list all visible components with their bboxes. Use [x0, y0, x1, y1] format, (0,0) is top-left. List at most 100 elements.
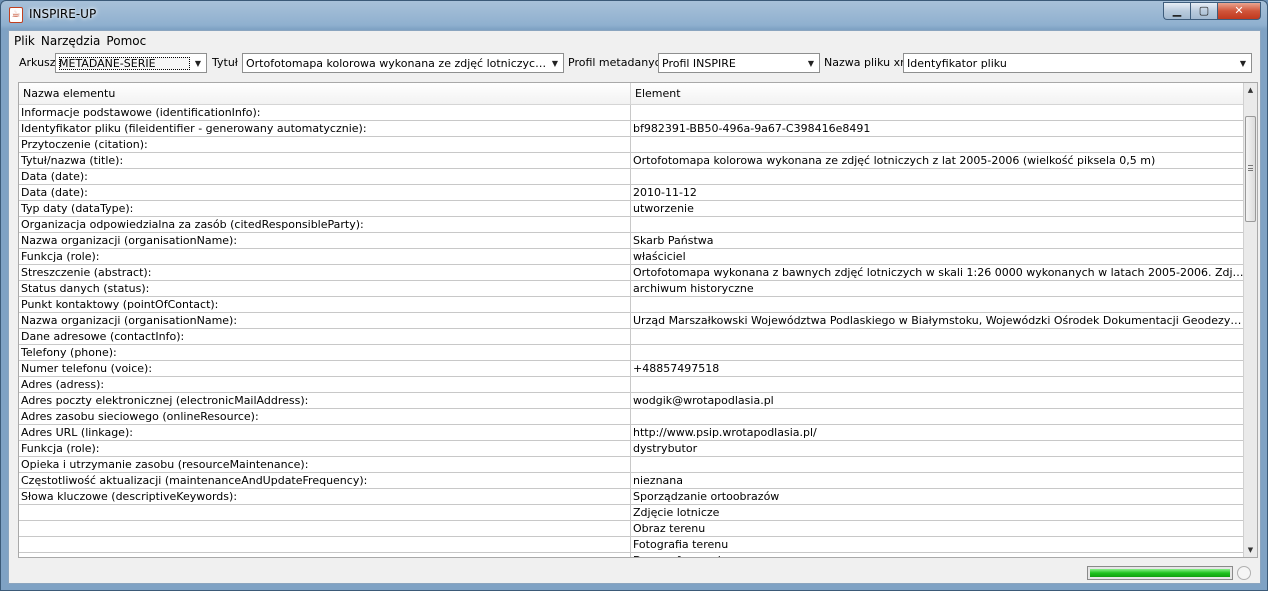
- table-row[interactable]: Organizacja odpowiedzialna za zasób (cit…: [19, 217, 1245, 233]
- cell-nazwa-elementu[interactable]: Nazwa organizacji (organisationName):: [19, 233, 631, 248]
- vertical-scrollbar[interactable]: ▲ ▼: [1243, 83, 1257, 557]
- table-row[interactable]: Identyfikator pliku (fileidentifier - ge…: [19, 121, 1245, 137]
- table-row[interactable]: Funkcja (role): dystrybutor: [19, 441, 1245, 457]
- cell-element[interactable]: [631, 345, 1245, 360]
- table-row[interactable]: Obraz terenu: [19, 521, 1245, 537]
- cell-nazwa-elementu[interactable]: Słowa kluczowe (descriptiveKeywords):: [19, 489, 631, 504]
- cell-nazwa-elementu[interactable]: Nazwa organizacji (organisationName):: [19, 313, 631, 328]
- table-row[interactable]: Numer telefonu (voice): +48857497518: [19, 361, 1245, 377]
- cell-nazwa-elementu[interactable]: Adres poczty elektronicznej (electronicM…: [19, 393, 631, 408]
- cell-nazwa-elementu[interactable]: Adres URL (linkage):: [19, 425, 631, 440]
- menu-narzedzia[interactable]: Narzędzia: [39, 31, 105, 51]
- nazwa-combo[interactable]: Identyfikator pliku ▼: [903, 53, 1252, 73]
- cell-nazwa-elementu[interactable]: Tytuł/nazwa (title):: [19, 153, 631, 168]
- cell-element[interactable]: [631, 169, 1245, 184]
- profil-combo[interactable]: Profil INSPIRE ▼: [658, 53, 820, 73]
- table-row[interactable]: Typ daty (dataType): utworzenie: [19, 201, 1245, 217]
- column-header-nazwa[interactable]: Nazwa elementu: [19, 83, 631, 105]
- table-row[interactable]: Data (date):: [19, 169, 1245, 185]
- cell-element[interactable]: [631, 217, 1245, 232]
- cell-element[interactable]: bf982391-BB50-496a-9a67-C398416e8491: [631, 121, 1245, 136]
- table-row[interactable]: Przytoczenie (citation):: [19, 137, 1245, 153]
- close-button[interactable]: ✕: [1217, 2, 1261, 20]
- table-row[interactable]: Adres (adress):: [19, 377, 1245, 393]
- cell-element[interactable]: Zdjęcie lotnicze: [631, 505, 1245, 520]
- table-row[interactable]: Adres zasobu sieciowego (onlineResource)…: [19, 409, 1245, 425]
- cell-element[interactable]: właściciel: [631, 249, 1245, 264]
- cell-nazwa-elementu[interactable]: Dane adresowe (contactInfo):: [19, 329, 631, 344]
- table-row[interactable]: Częstotliwość aktualizacji (maintenanceA…: [19, 473, 1245, 489]
- table-row[interactable]: Zdjęcie lotnicze: [19, 505, 1245, 521]
- cell-element[interactable]: archiwum historyczne: [631, 281, 1245, 296]
- cell-element[interactable]: dystrybutor: [631, 441, 1245, 456]
- table-row[interactable]: Dane referencyjne: [19, 553, 1245, 557]
- cell-element[interactable]: utworzenie: [631, 201, 1245, 216]
- maximize-button[interactable]: ▢: [1190, 2, 1217, 20]
- cell-nazwa-elementu[interactable]: [19, 505, 631, 520]
- cell-element[interactable]: http://www.psip.wrotapodlasia.pl/: [631, 425, 1245, 440]
- minimize-button[interactable]: ▁: [1163, 2, 1190, 20]
- cell-nazwa-elementu[interactable]: Punkt kontaktowy (pointOfContact):: [19, 297, 631, 312]
- table-row[interactable]: Nazwa organizacji (organisationName): Ska…: [19, 233, 1245, 249]
- cell-nazwa-elementu[interactable]: Numer telefonu (voice):: [19, 361, 631, 376]
- table-row[interactable]: Status danych (status): archiwum historyc…: [19, 281, 1245, 297]
- cell-element[interactable]: [631, 137, 1245, 152]
- cell-nazwa-elementu[interactable]: Organizacja odpowiedzialna za zasób (cit…: [19, 217, 631, 232]
- cell-element[interactable]: wodgik@wrotapodlasia.pl: [631, 393, 1245, 408]
- cell-nazwa-elementu[interactable]: Częstotliwość aktualizacji (maintenanceA…: [19, 473, 631, 488]
- table-row[interactable]: Adres URL (linkage): http://www.psip.wrot…: [19, 425, 1245, 441]
- cell-nazwa-elementu[interactable]: Informacje podstawowe (identificationInf…: [19, 105, 631, 120]
- scroll-down-icon[interactable]: ▼: [1244, 543, 1257, 557]
- cell-element[interactable]: nieznana: [631, 473, 1245, 488]
- cell-element[interactable]: [631, 329, 1245, 344]
- cell-element[interactable]: [631, 377, 1245, 392]
- cell-nazwa-elementu[interactable]: Adres zasobu sieciowego (onlineResource)…: [19, 409, 631, 424]
- table-row[interactable]: Informacje podstawowe (identificationInf…: [19, 105, 1245, 121]
- cell-nazwa-elementu[interactable]: Typ daty (dataType):: [19, 201, 631, 216]
- table-row[interactable]: Telefony (phone):: [19, 345, 1245, 361]
- table-row[interactable]: Adres poczty elektronicznej (electronicM…: [19, 393, 1245, 409]
- cell-nazwa-elementu[interactable]: Opieka i utrzymanie zasobu (resourceMain…: [19, 457, 631, 472]
- table-row[interactable]: Nazwa organizacji (organisationName): Urz…: [19, 313, 1245, 329]
- cell-nazwa-elementu[interactable]: Status danych (status):: [19, 281, 631, 296]
- cell-nazwa-elementu[interactable]: [19, 553, 631, 557]
- table-row[interactable]: Dane adresowe (contactInfo):: [19, 329, 1245, 345]
- table-row[interactable]: Fotografia terenu: [19, 537, 1245, 553]
- cell-element[interactable]: Dane referencyjne: [631, 553, 1245, 557]
- table-row[interactable]: Słowa kluczowe (descriptiveKeywords): Spo…: [19, 489, 1245, 505]
- cell-element[interactable]: 2010-11-12: [631, 185, 1245, 200]
- table-row[interactable]: Funkcja (role): właściciel: [19, 249, 1245, 265]
- cell-nazwa-elementu[interactable]: Data (date):: [19, 185, 631, 200]
- cell-element[interactable]: Ortofotomapa wykonana z bawnych zdjęć lo…: [631, 265, 1245, 280]
- cell-element[interactable]: Ortofotomapa kolorowa wykonana ze zdjęć …: [631, 153, 1245, 168]
- scrollbar-thumb[interactable]: [1245, 116, 1256, 222]
- cell-element[interactable]: Fotografia terenu: [631, 537, 1245, 552]
- tytul-combo[interactable]: Ortofotomapa kolorowa wykonana ze zdjęć …: [242, 53, 564, 73]
- cell-element[interactable]: [631, 457, 1245, 472]
- table-row[interactable]: Opieka i utrzymanie zasobu (resourceMain…: [19, 457, 1245, 473]
- cell-element[interactable]: Skarb Państwa: [631, 233, 1245, 248]
- cell-element[interactable]: Obraz terenu: [631, 521, 1245, 536]
- cell-element[interactable]: Urząd Marszałkowski Województwa Podlaski…: [631, 313, 1245, 328]
- table-row[interactable]: Streszczenie (abstract): Ortofotomapa wyk…: [19, 265, 1245, 281]
- cell-element[interactable]: [631, 105, 1245, 120]
- cell-nazwa-elementu[interactable]: Data (date):: [19, 169, 631, 184]
- menu-plik[interactable]: Plik: [12, 31, 39, 51]
- cell-nazwa-elementu[interactable]: Telefony (phone):: [19, 345, 631, 360]
- cell-nazwa-elementu[interactable]: Identyfikator pliku (fileidentifier - ge…: [19, 121, 631, 136]
- cell-nazwa-elementu[interactable]: [19, 521, 631, 536]
- cell-nazwa-elementu[interactable]: Adres (adress):: [19, 377, 631, 392]
- cell-nazwa-elementu[interactable]: Streszczenie (abstract):: [19, 265, 631, 280]
- cell-element[interactable]: Sporządzanie ortoobrazów: [631, 489, 1245, 504]
- cell-element[interactable]: [631, 409, 1245, 424]
- arkusz-combo[interactable]: METADANE-SERIE ▼: [55, 53, 207, 73]
- column-header-element[interactable]: Element: [631, 83, 1245, 105]
- cell-nazwa-elementu[interactable]: Funkcja (role):: [19, 441, 631, 456]
- cell-element[interactable]: +48857497518: [631, 361, 1245, 376]
- cell-nazwa-elementu[interactable]: Przytoczenie (citation):: [19, 137, 631, 152]
- cell-element[interactable]: [631, 297, 1245, 312]
- cell-nazwa-elementu[interactable]: [19, 537, 631, 552]
- title-bar[interactable]: ☕ INSPIRE-UP ▁ ▢ ✕: [1, 1, 1267, 29]
- table-row[interactable]: Tytuł/nazwa (title): Ortofotomapa kolorow…: [19, 153, 1245, 169]
- table-row[interactable]: Punkt kontaktowy (pointOfContact):: [19, 297, 1245, 313]
